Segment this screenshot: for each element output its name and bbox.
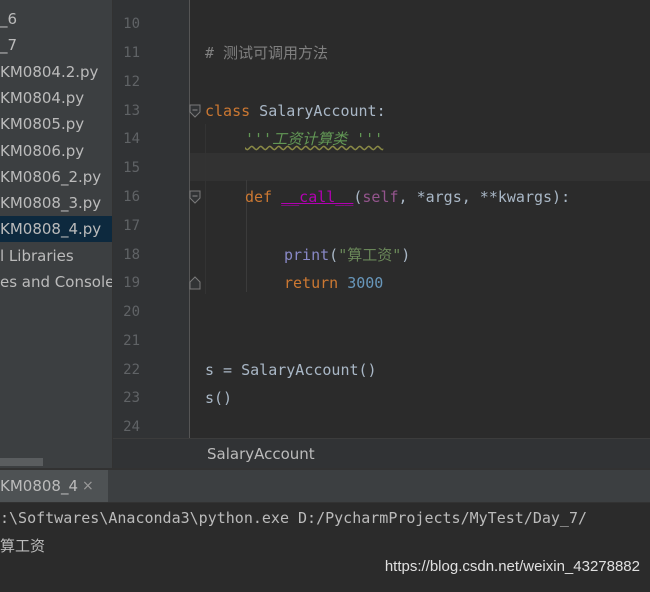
docstring: '''工资计算类 ''' xyxy=(245,130,384,148)
code-line-docstring: '''工资计算类 ''' xyxy=(245,125,383,153)
fold-marker-icon[interactable] xyxy=(189,190,201,204)
line-number: 13 xyxy=(123,103,140,119)
number-literal: 3000 xyxy=(347,274,384,292)
keyword-def: def xyxy=(245,188,273,206)
project-tree-item[interactable]: KM0808_3.py xyxy=(0,190,112,216)
breadcrumb-bar: SalaryAccount xyxy=(113,438,650,469)
code-line-return: return 3000 xyxy=(284,269,383,297)
code-line-call: s() xyxy=(205,389,233,407)
run-tab[interactable]: KM0808_4 × xyxy=(0,470,108,502)
scrollbar-thumb[interactable] xyxy=(0,458,43,466)
project-tree-item[interactable]: KM0804.py xyxy=(0,85,112,111)
line-number: 12 xyxy=(123,74,140,90)
code-comment: # 测试可调用方法 xyxy=(205,44,329,62)
class-name: SalaryAccount: xyxy=(250,102,386,120)
keyword-return: return xyxy=(284,274,339,292)
line-number: 19 xyxy=(123,275,140,291)
code-line-assign: s = SalaryAccount() xyxy=(205,361,377,379)
code-editor[interactable]: 9 10 11 12 13 14 15 16 17 18 19 20 21 22… xyxy=(113,0,650,438)
sidebar-horizontal-scrollbar[interactable] xyxy=(0,457,112,467)
line-number: 23 xyxy=(123,390,140,406)
code-line-print: print("算工资") xyxy=(284,241,410,269)
run-tab-label[interactable]: KM0808_4 xyxy=(0,470,78,502)
line-number-gutter: 9 10 11 12 13 14 15 16 17 18 19 20 21 22… xyxy=(113,0,189,438)
gutter-separator xyxy=(189,0,190,438)
line-number: 21 xyxy=(123,333,140,349)
line-number: 20 xyxy=(123,304,140,320)
string-literal: "算工资" xyxy=(338,246,402,264)
builtin-print: print xyxy=(284,246,330,264)
line-number: 15 xyxy=(123,160,140,176)
project-tree-item[interactable]: KM0804.2.py xyxy=(0,59,112,85)
self-param: self xyxy=(362,188,399,206)
fold-end-marker-icon[interactable] xyxy=(189,276,201,290)
project-tree-item[interactable]: _7 xyxy=(0,32,112,58)
paren: ( xyxy=(329,246,339,264)
code-line-class: class SalaryAccount: xyxy=(205,97,386,125)
close-icon[interactable]: × xyxy=(82,470,94,502)
line-number: 11 xyxy=(123,45,140,61)
signature-rest: , *args, **kwargs): xyxy=(398,188,571,206)
project-tree-item[interactable]: _6 xyxy=(0,6,112,32)
console-command-line: :\Softwares\Anaconda3\python.exe D:/Pych… xyxy=(0,509,587,527)
project-tree-item-selected[interactable]: KM0808_4.py xyxy=(0,216,112,242)
current-line-highlight xyxy=(190,153,650,181)
line-number: 24 xyxy=(123,419,140,435)
line-number: 22 xyxy=(123,362,140,378)
line-number: 18 xyxy=(123,247,140,263)
line-number: 14 xyxy=(123,131,140,147)
console-output-line: 算工资 xyxy=(0,537,46,555)
run-tab-bar: KM0808_4 × xyxy=(0,470,650,503)
code-line-def: def __call__(self, *args, **kwargs): xyxy=(245,183,570,211)
line-number: 16 xyxy=(123,189,140,205)
line-number: 17 xyxy=(123,218,140,234)
method-name: __call__ xyxy=(281,188,354,206)
project-tree-item[interactable]: KM0806_2.py xyxy=(0,164,112,190)
line-number: 10 xyxy=(123,16,140,32)
keyword-class: class xyxy=(205,102,251,120)
breadcrumb[interactable]: SalaryAccount xyxy=(207,439,315,469)
indent-guide xyxy=(205,124,206,294)
fold-marker-icon[interactable] xyxy=(189,104,201,118)
project-tree-item-scratches[interactable]: es and Consoles xyxy=(0,269,112,295)
project-tree-item-libraries[interactable]: l Libraries xyxy=(0,243,112,269)
project-tree-item[interactable]: KM0805.py xyxy=(0,111,112,137)
line-number: 9 xyxy=(113,0,140,10)
run-console[interactable]: :\Softwares\Anaconda3\python.exe D:/Pych… xyxy=(0,503,650,592)
paren: ) xyxy=(401,246,411,264)
project-tree-item[interactable]: KM0806.py xyxy=(0,138,112,164)
watermark: https://blog.csdn.net/weixin_43278882 xyxy=(384,558,640,575)
project-tree-panel: _6 _7 KM0804.2.py KM0804.py KM0805.py KM… xyxy=(0,0,113,468)
